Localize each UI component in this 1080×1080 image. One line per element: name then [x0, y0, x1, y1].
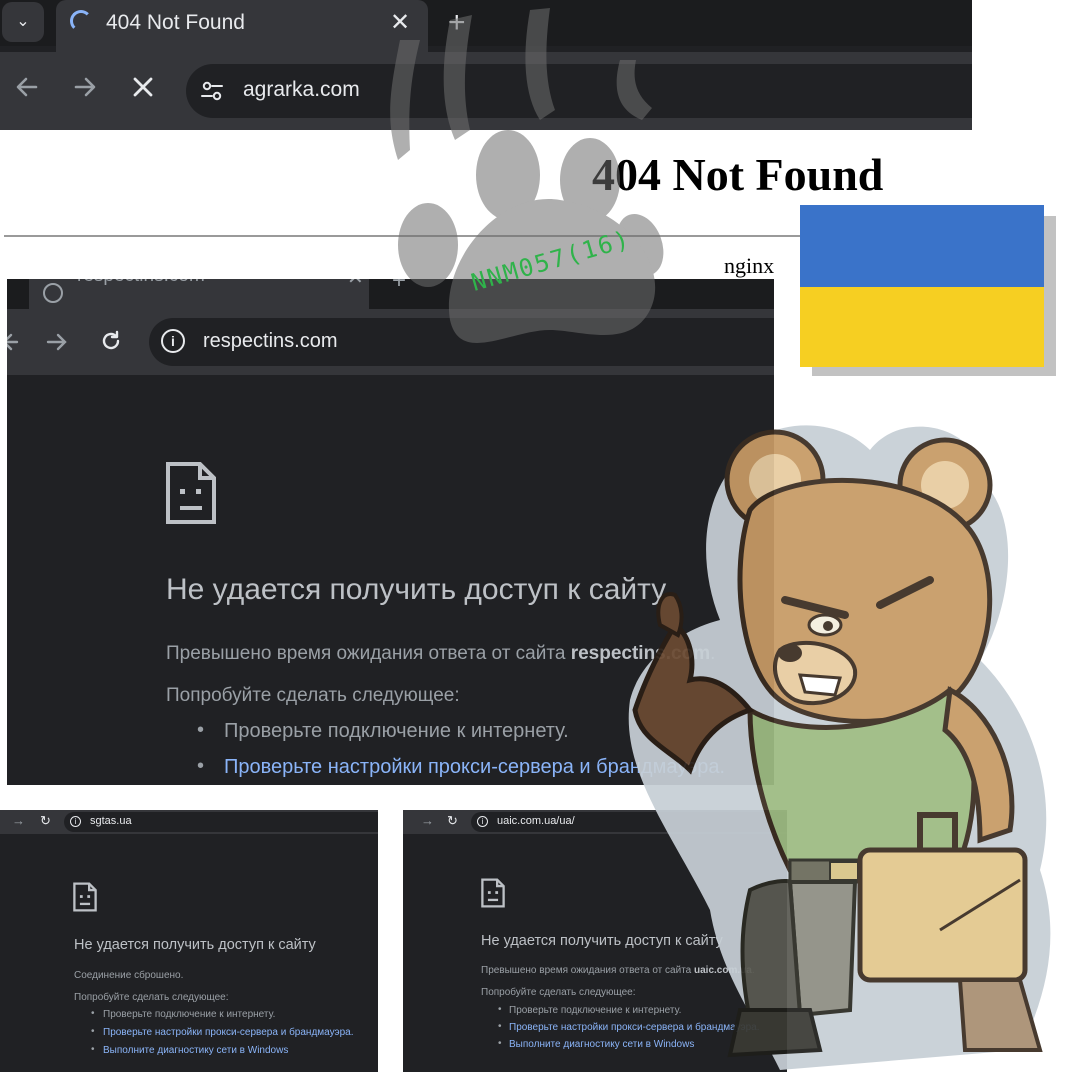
sad-document-icon: [481, 878, 505, 913]
stop-loading-icon[interactable]: [130, 74, 156, 107]
bullet-icon: •: [91, 1008, 95, 1019]
url-text: agrarka.com: [243, 78, 360, 101]
info-icon[interactable]: i: [477, 816, 488, 827]
server-name: nginx: [724, 253, 775, 278]
error-title: Не удается получить доступ к сайту: [74, 937, 316, 953]
bullet-icon: •: [197, 755, 205, 777]
info-icon[interactable]: i: [70, 816, 81, 827]
browser-window-sgtas: → ↻ i sgtas.ua Не удается получить досту…: [0, 810, 378, 1072]
bullet-icon: •: [91, 1026, 95, 1037]
reload-icon[interactable]: ↻: [40, 813, 51, 829]
url-text: uaic.com.ua/ua/: [497, 815, 575, 827]
flag-blue-stripe: [800, 205, 1044, 287]
forward-arrow-icon[interactable]: →: [12, 813, 25, 828]
bullet-icon: •: [498, 1004, 502, 1015]
forward-arrow-icon[interactable]: [72, 74, 98, 107]
flag-yellow-stripe: [800, 287, 1044, 367]
back-arrow-icon[interactable]: [7, 330, 21, 359]
navigation-bar: → ↻ i sgtas.ua: [0, 810, 378, 834]
try-heading: Попробуйте сделать следующее:: [166, 685, 460, 706]
bullet-icon: •: [91, 1044, 95, 1055]
back-arrow-icon[interactable]: [14, 74, 40, 107]
forward-arrow-icon[interactable]: →: [421, 813, 434, 828]
address-bar[interactable]: i sgtas.ua: [64, 812, 378, 832]
error-message-prefix: Превышено время ожидания ответа от сайта: [166, 643, 571, 664]
tab-search-button[interactable]: ⌄: [2, 2, 44, 42]
bullet-icon: •: [498, 1021, 502, 1032]
globe-icon: [43, 283, 63, 303]
forward-arrow-icon[interactable]: [45, 330, 69, 359]
reload-icon[interactable]: ↻: [447, 813, 458, 829]
loading-spinner-icon: [70, 10, 92, 32]
tab-title: respectins.com: [77, 279, 205, 287]
ukraine-flag-image: [800, 205, 1044, 367]
tab-close-button[interactable]: ✕: [347, 279, 364, 290]
info-icon[interactable]: i: [161, 329, 185, 353]
active-tab[interactable]: 404 Not Found ✕: [56, 0, 428, 52]
sad-document-icon: [73, 882, 97, 917]
suggestion-item: Проверьте подключение к интернету.: [224, 720, 569, 742]
bullet-icon: •: [498, 1038, 502, 1049]
bear-illustration-image: [628, 425, 1051, 1070]
try-heading: Попробуйте сделать следующее:: [74, 992, 229, 1003]
suggestion-item: Проверьте подключение к интернету.: [103, 1009, 276, 1020]
chevron-down-icon: ⌄: [16, 13, 30, 30]
site-settings-icon[interactable]: [198, 77, 226, 110]
reload-icon[interactable]: [99, 329, 123, 358]
suggestion-link[interactable]: Проверьте настройки прокси-сервера и бра…: [103, 1027, 354, 1038]
tab-title: 404 Not Found: [106, 11, 245, 34]
active-tab[interactable]: respectins.com ✕: [29, 279, 369, 309]
url-text: respectins.com: [203, 330, 338, 352]
sad-document-icon: [165, 461, 217, 530]
url-text: sgtas.ua: [90, 815, 132, 827]
error-title: Не удается получить доступ к сайту: [166, 573, 667, 606]
error-message: Соединение сброшено.: [74, 970, 184, 981]
suggestion-link[interactable]: Выполните диагностику сети в Windows: [103, 1045, 288, 1056]
paw-print-icon: [390, 8, 664, 343]
bullet-icon: •: [197, 719, 205, 741]
